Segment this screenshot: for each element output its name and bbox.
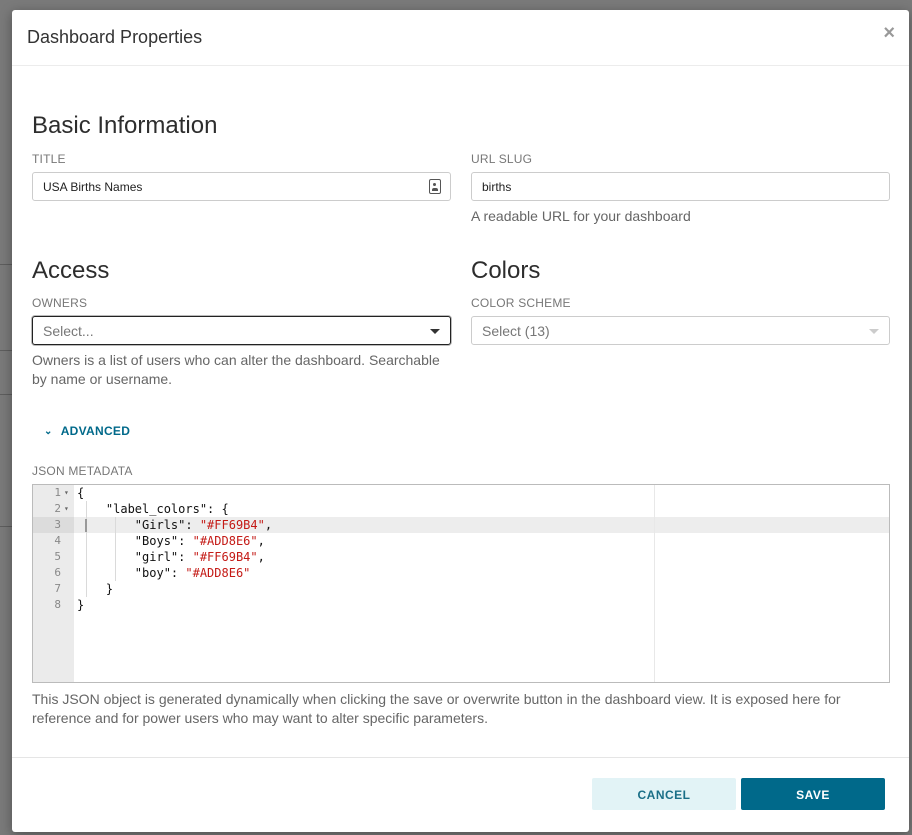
code-text: "Girls": "#FF69B4", xyxy=(77,518,273,532)
editor-line: 8} xyxy=(33,597,889,613)
json-string-value: "#ADD8E6" xyxy=(185,566,251,580)
cancel-button[interactable]: CANCEL xyxy=(592,778,736,810)
json-metadata-label: JSON METADATA xyxy=(32,464,133,478)
editor-line: 1 ▾ { xyxy=(33,485,889,501)
fold-arrow-icon[interactable]: ▾ xyxy=(64,501,69,517)
close-icon[interactable]: × xyxy=(883,23,895,43)
owners-help-line-1: Owners is a list of users who can alter … xyxy=(32,352,440,368)
code-text: "Boys": "#ADD8E6", xyxy=(77,534,265,548)
title-input-value: USA Births Names xyxy=(43,180,143,194)
editor-line: 2 ▾ "label_colors": { xyxy=(33,501,889,517)
color-scheme-placeholder: Select (13) xyxy=(482,323,550,339)
url-slug-value: births xyxy=(482,180,512,194)
line-number: 1 xyxy=(54,486,61,499)
line-number: 6 xyxy=(54,566,61,579)
save-button[interactable]: SAVE xyxy=(741,778,885,810)
code-text: { xyxy=(77,486,85,500)
json-string-value: "#FF69B4" xyxy=(199,518,265,532)
line-number: 8 xyxy=(54,598,61,611)
json-string-value: "#ADD8E6" xyxy=(192,534,258,548)
line-number: 5 xyxy=(54,550,61,563)
editor-line: 6 "boy": "#ADD8E6" xyxy=(33,565,889,581)
line-number: 3 xyxy=(54,518,61,531)
url-slug-input[interactable]: births xyxy=(471,172,890,201)
modal-footer: CANCEL SAVE xyxy=(12,757,909,832)
dashboard-properties-modal: Dashboard Properties × Basic Information… xyxy=(12,10,909,832)
contact-card-icon[interactable] xyxy=(429,179,441,194)
owners-help-line-2: by name or username. xyxy=(32,371,173,387)
json-metadata-editor[interactable]: 1 ▾{2 ▾ "label_colors": {3 "Girls": "#FF69… xyxy=(32,484,890,683)
code-text: "girl": "#FF69B4", xyxy=(77,550,265,564)
basic-information-heading: Basic Information xyxy=(32,112,218,139)
code-text: "boy": "#ADD8E6" xyxy=(77,566,251,580)
line-number: 7 xyxy=(54,582,61,595)
code-text: } xyxy=(77,582,114,596)
editor-line: 7 } xyxy=(33,581,889,597)
advanced-toggle[interactable]: ⌄ ADVANCED xyxy=(44,424,130,438)
chevron-down-icon: ⌄ xyxy=(44,426,53,437)
editor-line: 3 "Girls": "#FF69B4", xyxy=(33,517,889,533)
fold-arrow-icon[interactable]: ▾ xyxy=(64,485,69,501)
chevron-down-icon[interactable] xyxy=(430,329,440,334)
url-slug-label: URL SLUG xyxy=(471,152,533,166)
code-text: "label_colors": { xyxy=(77,502,229,516)
json-help-line-2: reference and for power users who may wa… xyxy=(32,710,488,726)
line-number: 4 xyxy=(54,534,61,547)
modal-title: Dashboard Properties xyxy=(27,27,203,47)
json-string-value: "#FF69B4" xyxy=(192,550,258,564)
color-scheme-label: COLOR SCHEME xyxy=(471,296,571,310)
modal-header: Dashboard Properties × xyxy=(12,10,909,66)
editor-line: 5 "girl": "#FF69B4", xyxy=(33,549,889,565)
chevron-down-icon[interactable] xyxy=(869,329,879,334)
advanced-label: ADVANCED xyxy=(60,424,131,438)
access-heading: Access xyxy=(32,257,110,284)
code-text: } xyxy=(77,598,85,612)
color-scheme-select[interactable]: Select (13) xyxy=(471,316,890,345)
editor-line: 4 "Boys": "#ADD8E6", xyxy=(33,533,889,549)
url-slug-help: A readable URL for your dashboard xyxy=(471,208,691,224)
colors-heading: Colors xyxy=(471,257,541,284)
line-number: 2 xyxy=(54,502,61,515)
title-label: TITLE xyxy=(32,152,66,166)
owners-label: OWNERS xyxy=(32,296,88,310)
owners-select[interactable]: Select... xyxy=(32,316,451,345)
json-help-line-1: This JSON object is generated dynamicall… xyxy=(32,691,841,707)
owners-placeholder: Select... xyxy=(43,323,94,339)
title-input[interactable]: USA Births Names xyxy=(32,172,451,201)
